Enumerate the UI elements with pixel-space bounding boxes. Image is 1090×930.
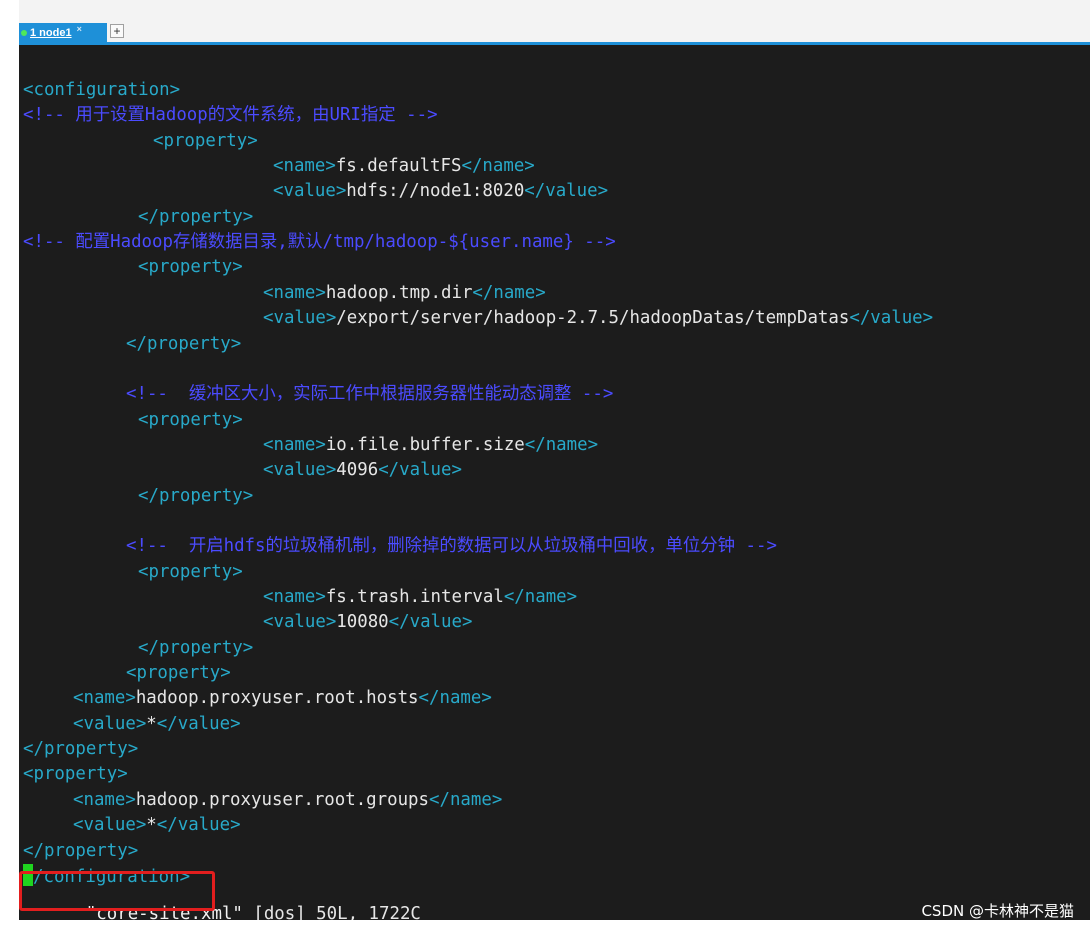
xml-tag: <value> <box>263 612 337 633</box>
add-tab-button[interactable]: + <box>110 24 124 38</box>
xml-text: /export/server/hadoop-2.7.5/hadoopDatas/… <box>336 308 850 329</box>
xml-tag: <value> <box>273 181 347 202</box>
xml-text: 10080 <box>336 612 389 633</box>
xml-tag: <property> <box>126 663 231 684</box>
code-line: </property> <box>23 636 253 661</box>
xml-tag: </property> <box>138 206 254 227</box>
code-line: <name>fs.defaultFS</name> <box>23 154 535 179</box>
xml-comment: <!-- 开启hdfs的垃圾桶机制，删除掉的数据可以从垃圾桶中回收，单位分钟 -… <box>126 536 777 557</box>
xml-tag: <property> <box>138 409 243 430</box>
xml-comment: <!-- 用于设置Hadoop的文件系统，由URI指定 --> <box>23 105 438 126</box>
highlight-box <box>19 871 215 911</box>
code-line: <configuration> <box>23 78 180 103</box>
code-line: </property> <box>23 332 241 357</box>
code-line: <property> <box>23 762 128 787</box>
xml-tag: <name> <box>263 434 326 455</box>
code-line: <property> <box>23 255 243 280</box>
code-line: <value>*</value> <box>23 712 241 737</box>
code-line: </property> <box>23 205 253 230</box>
xml-tag: </value> <box>849 308 934 329</box>
code-line: <!-- 缓冲区大小，实际工作中根据服务器性能动态调整 --> <box>23 382 613 407</box>
connection-status-icon <box>21 29 27 36</box>
xml-tag: </property> <box>23 739 139 760</box>
code-line: </property> <box>23 484 253 509</box>
terminal-output[interactable]: <configuration> <!-- 用于设置Hadoop的文件系统，由URI… <box>19 45 1090 920</box>
xml-tag: <configuration> <box>23 80 181 100</box>
xml-tag: <name> <box>73 789 136 810</box>
xml-tag: <name> <box>263 282 326 303</box>
xml-tag: <name> <box>263 587 326 607</box>
xml-tag: </name> <box>472 282 546 303</box>
code-line: <property> <box>23 560 243 585</box>
code-line: <value>4096</value> <box>23 458 462 483</box>
xml-tag: <property> <box>138 561 243 582</box>
xml-tag: <name> <box>273 156 336 177</box>
code-line: </property> <box>23 737 138 762</box>
xml-tag: </property> <box>126 333 242 354</box>
xml-tag: </value> <box>388 612 473 633</box>
bottom-strip <box>19 920 1090 930</box>
code-line: <value>*</value> <box>23 813 241 838</box>
code-line: <name>fs.trash.interval</name> <box>23 585 577 610</box>
watermark: CSDN @卡林神不是猫 <box>921 902 1074 920</box>
xml-text: fs.trash.interval <box>325 587 504 607</box>
code-line: <name>hadoop.tmp.dir</name> <box>23 281 546 306</box>
xml-text: hdfs://node1:8020 <box>346 181 525 202</box>
xml-tag: <property> <box>153 130 258 151</box>
xml-tag: <value> <box>263 460 337 481</box>
xml-tag: <property> <box>138 257 243 278</box>
code-line: <!-- 配置Hadoop存储数据目录,默认/tmp/hadoop-${user… <box>23 230 616 255</box>
xml-tag: </value> <box>156 815 241 836</box>
code-line: <name>hadoop.proxyuser.root.hosts</name> <box>23 686 492 711</box>
xml-text: fs.defaultFS <box>335 156 462 177</box>
xml-comment: <!-- 配置Hadoop存储数据目录,默认/tmp/hadoop-${user… <box>23 232 616 253</box>
xml-tag: </property> <box>138 637 254 658</box>
code-line: <value>/export/server/hadoop-2.7.5/hadoo… <box>23 306 933 331</box>
code-line: <property> <box>23 408 243 433</box>
tab-label: 1 node1 <box>30 26 72 39</box>
xml-tag: </name> <box>503 587 578 607</box>
xml-tag: </name> <box>429 789 503 810</box>
xml-text: hadoop.proxyuser.root.hosts <box>135 688 419 709</box>
tab-bar: 1 node1 × + <box>19 0 1090 45</box>
code-line: <!-- 用于设置Hadoop的文件系统，由URI指定 --> <box>23 103 438 128</box>
xml-tag: </value> <box>378 460 462 481</box>
xml-text: * <box>146 815 157 836</box>
xml-tag: <value> <box>263 308 337 329</box>
code-line: <value>hdfs://node1:8020</value> <box>23 179 608 204</box>
code-line: <name>io.file.buffer.size</name> <box>23 433 598 458</box>
xml-text: hadoop.tmp.dir <box>325 282 473 303</box>
xml-tag: </value> <box>524 181 609 202</box>
status-file-info: [dos] 50L, 1722C <box>242 904 421 920</box>
tab-node1[interactable]: 1 node1 × <box>19 23 107 42</box>
xml-tag: <value> <box>73 815 147 836</box>
xml-text: 4096 <box>336 460 379 481</box>
xml-text: * <box>146 713 157 734</box>
xml-text: io.file.buffer.size <box>325 434 525 455</box>
xml-tag: </name> <box>461 156 535 177</box>
code-line: <property> <box>23 129 258 154</box>
xml-tag: </value> <box>156 713 241 734</box>
xml-tag: </property> <box>138 485 254 506</box>
close-icon[interactable]: × <box>77 24 82 34</box>
code-line: <property> <box>23 661 231 686</box>
code-line: <!-- 开启hdfs的垃圾桶机制，删除掉的数据可以从垃圾桶中回收，单位分钟 -… <box>23 534 777 559</box>
xml-tag: <property> <box>23 764 128 785</box>
code-line: <name>hadoop.proxyuser.root.groups</name… <box>23 788 502 813</box>
xml-tag: </name> <box>418 688 492 709</box>
xml-comment: <!-- 缓冲区大小，实际工作中根据服务器性能动态调整 --> <box>126 384 614 405</box>
xml-tag: </name> <box>524 434 599 455</box>
code-line: </property> <box>23 839 138 864</box>
xml-text: hadoop.proxyuser.root.groups <box>135 789 429 810</box>
xml-tag: </property> <box>23 840 139 861</box>
xml-tag: <value> <box>73 713 147 734</box>
terminal-window: 1 node1 × + <configuration> <!-- 用于设置Hado… <box>19 0 1090 930</box>
xml-tag: <name> <box>73 688 136 709</box>
code-line: <value>10080</value> <box>23 610 472 635</box>
